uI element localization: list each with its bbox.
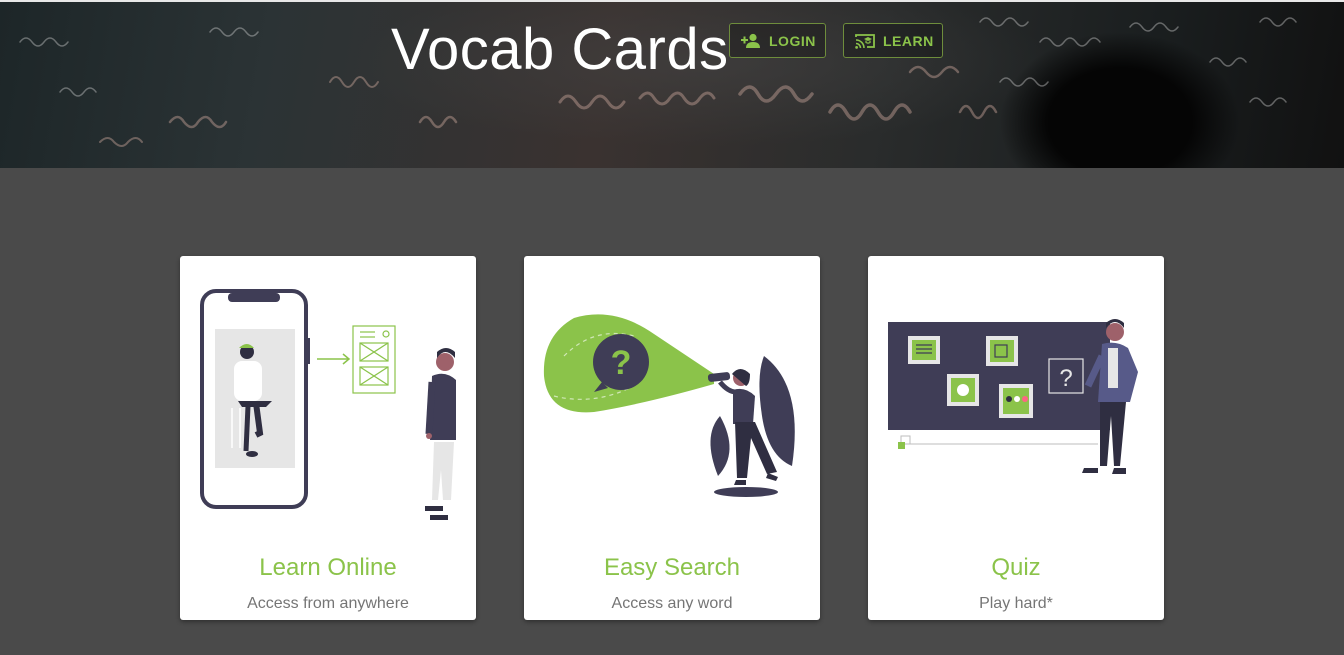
spotlight-search-illustration: ? [543, 314, 795, 497]
person-add-icon [741, 33, 761, 49]
phone-learning-illustration [200, 289, 456, 520]
card-title: Easy Search [603, 554, 741, 581]
login-button[interactable]: LOGIN [729, 23, 826, 58]
login-label: LOGIN [769, 32, 816, 49]
card-subtitle: Play hard* [979, 595, 1053, 612]
hero-banner: Vocab Cards LOGIN LEARN [0, 0, 1344, 168]
card-subtitle: Access from anywhere [247, 595, 409, 612]
feature-card-easy-search: ? Easy Search Access any word [524, 256, 820, 620]
feature-card-learn-online: Learn Online Access from anywhere [180, 256, 476, 620]
learn-button[interactable]: LEARN [843, 23, 943, 58]
feature-card-quiz: ? Quiz Play hard* [868, 256, 1164, 620]
svg-text:?: ? [611, 344, 632, 382]
quiz-board-illustration: ? [888, 319, 1138, 474]
svg-text:?: ? [1059, 365, 1072, 392]
card-subtitle: Access any word [611, 595, 733, 612]
learn-label: LEARN [883, 32, 934, 49]
card-title: Quiz [991, 554, 1041, 581]
card-title: Learn Online [259, 554, 397, 581]
cast-for-education-icon [855, 33, 875, 49]
app-title: Vocab Cards [391, 17, 729, 82]
